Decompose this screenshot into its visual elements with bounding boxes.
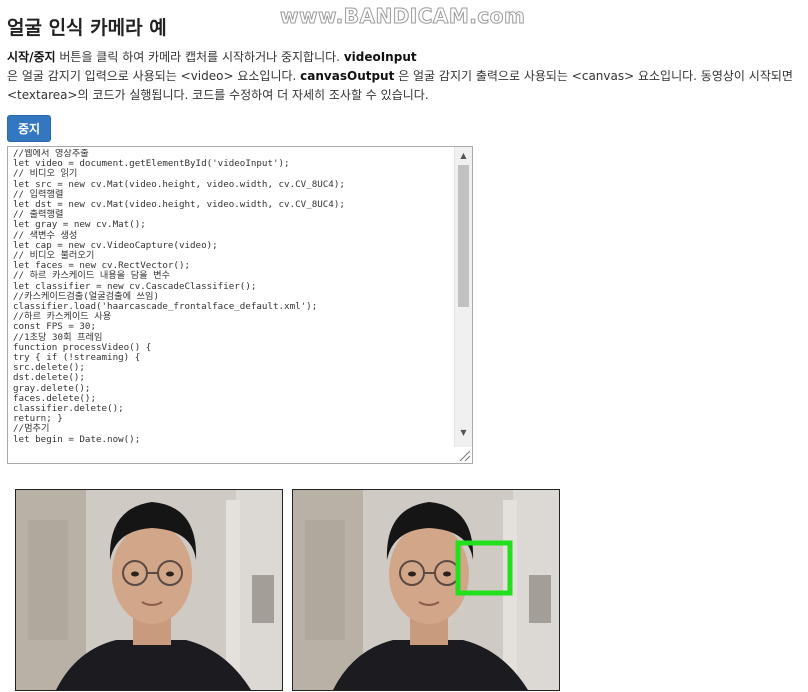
desc-text-2: 은 얼굴 감지기 입력으로 사용되는 <video> 요소입니다. <box>7 69 301 83</box>
stop-button[interactable]: 중지 <box>7 115 51 142</box>
code-line: let begin = Date.now(); <box>13 433 141 445</box>
face-camera-image <box>16 490 282 690</box>
scroll-thumb[interactable] <box>458 165 469 307</box>
page-title: 얼굴 인식 카메라 예 <box>7 17 167 39</box>
scroll-down-icon[interactable]: ▼ <box>455 424 472 440</box>
face-detection-image <box>293 490 559 690</box>
code-textarea[interactable]: //웹에서 영상추출 let video = document.getEleme… <box>7 146 473 464</box>
desc-bold-videoinput: videoInput <box>343 50 417 64</box>
scroll-up-icon[interactable]: ▲ <box>455 147 472 163</box>
vertical-scrollbar[interactable]: ▲ ▼ <box>454 147 472 447</box>
desc-bold-start-stop: 시작/중지 <box>7 50 56 64</box>
resize-handle-icon[interactable] <box>456 447 471 462</box>
bandicam-watermark: www.BANDICAM.com <box>279 4 526 29</box>
code-content[interactable]: //웹에서 영상추출 let video = document.getEleme… <box>13 149 453 463</box>
canvas-output <box>292 489 560 691</box>
desc-text-1: 버튼을 클릭 하여 카메라 캡처를 시작하거나 중지합니다. <box>55 50 344 64</box>
video-input <box>15 489 283 691</box>
desc-bold-canvasoutput: canvasOutput <box>300 69 395 83</box>
description: 시작/중지 버튼을 클릭 하여 카메라 캡처를 시작하거나 중지합니다. vid… <box>7 48 797 105</box>
